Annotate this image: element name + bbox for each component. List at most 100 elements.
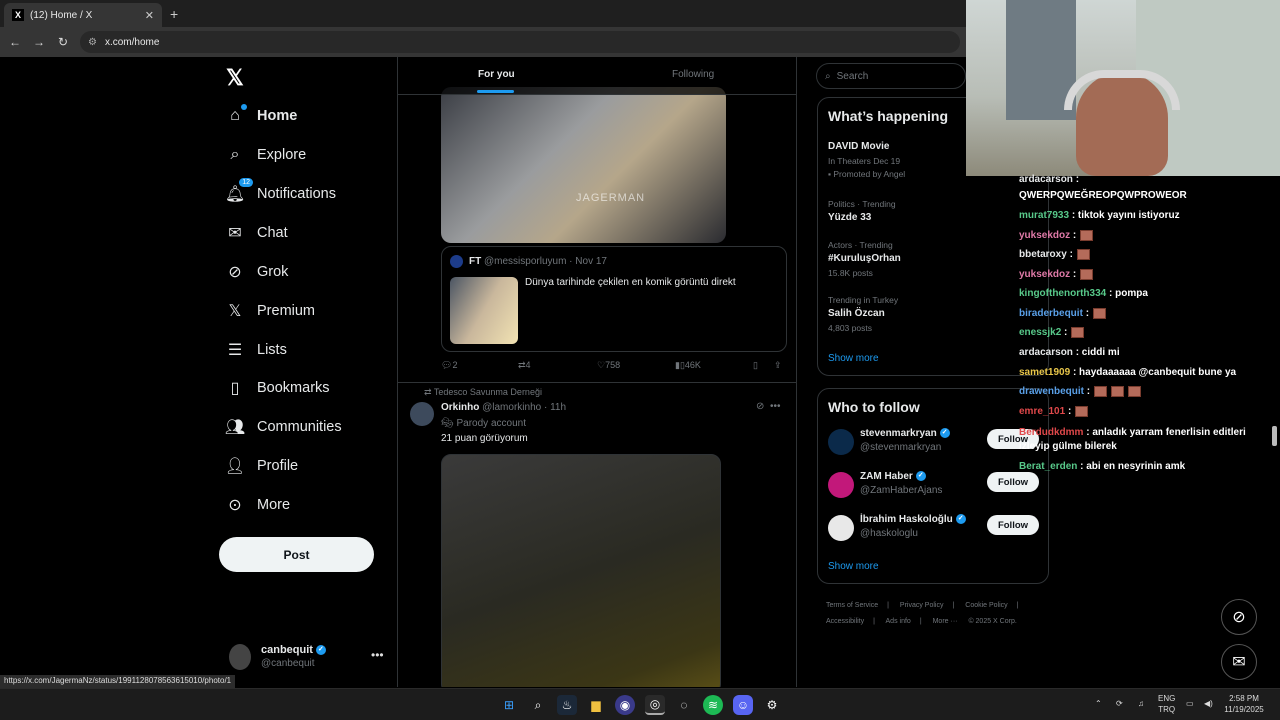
chat-username[interactable]: yuksekdoz: [1019, 230, 1073, 241]
author-name: Orkinho: [441, 402, 480, 413]
trend-item[interactable]: Politics · Trending Yüzde 33: [828, 198, 896, 225]
tweet-author[interactable]: Orkinho @lamorkinho · 11h: [441, 402, 566, 413]
follow-suggestion[interactable]: ZAM Haber ✓ @ZamHaberAjans Follow: [828, 468, 1043, 502]
tab-for-you[interactable]: For you: [478, 69, 515, 80]
avatar[interactable]: [410, 402, 434, 426]
chat-username[interactable]: emre_101: [1019, 406, 1068, 417]
chat-text: :: [1072, 230, 1077, 242]
nav-lists[interactable]: ☰ Lists: [225, 337, 287, 363]
trend-item[interactable]: Trending in Turkey Salih Özcan 4,803 pos…: [828, 294, 898, 335]
footer-link[interactable]: Accessibility: [826, 618, 864, 625]
more-options-icon[interactable]: •••: [770, 401, 781, 412]
chevron-up-icon[interactable]: ⌃: [1095, 698, 1102, 709]
chat-username[interactable]: biraderbequit: [1019, 308, 1086, 319]
show-more-link[interactable]: Show more: [828, 561, 879, 572]
footer-link[interactable]: Privacy Policy: [900, 602, 944, 609]
settings-icon[interactable]: ⚙: [762, 695, 782, 715]
back-icon[interactable]: ←: [3, 35, 27, 49]
chat-username[interactable]: ardacarson: [1019, 347, 1076, 358]
nav-grok[interactable]: ⊘ Grok: [225, 259, 288, 285]
chat-text: QWERPQWEĞREOPQWPROWEOR: [1019, 190, 1187, 201]
trend-meta: Politics · Trending: [828, 199, 896, 209]
parody-label: 🎭︎ Parody account: [441, 418, 526, 429]
nav-premium[interactable]: 𝕏 Premium: [225, 298, 315, 324]
footer-link[interactable]: Ads info: [886, 618, 911, 625]
tweet-media[interactable]: [441, 454, 721, 687]
views-button[interactable]: ▮▯ 46K: [675, 360, 701, 371]
trend-item[interactable]: Actors · Trending #KuruluşOrhan 15.8K po…: [828, 239, 901, 280]
follow-suggestion[interactable]: İbrahim Haskoloğlu ✓ @haskologlu Follow: [828, 511, 1043, 545]
chat-username[interactable]: samet1909: [1019, 367, 1073, 378]
volume-icon[interactable]: ◀): [1204, 698, 1213, 709]
display-icon[interactable]: ▭: [1186, 698, 1194, 709]
close-tab-icon[interactable]: ✕: [145, 9, 154, 22]
trend-title: Yüzde 33: [828, 212, 872, 223]
show-more-link[interactable]: Show more: [828, 353, 879, 364]
footer-link[interactable]: Terms of Service: [826, 602, 878, 609]
language-indicator[interactable]: ENG TRQ: [1158, 693, 1175, 715]
windows-start-icon[interactable]: ⊞: [499, 695, 519, 715]
footer-link[interactable]: More ···: [933, 618, 958, 625]
forward-icon[interactable]: →: [27, 35, 51, 49]
mail-icon[interactable]: ✉: [1221, 644, 1257, 680]
spotify-icon[interactable]: ≋: [703, 695, 723, 715]
browser-tab[interactable]: X (12) Home / X ✕: [4, 3, 162, 27]
chat-username[interactable]: ardacarson: [1019, 174, 1076, 185]
quoted-tweet[interactable]: FT @messisporluyum · Nov 17 Dünya tarihi…: [441, 246, 787, 352]
grok-icon[interactable]: ⊘: [756, 401, 764, 412]
nav-communities[interactable]: 👥︎ Communities: [225, 414, 342, 440]
share-icon[interactable]: ⇪: [774, 360, 782, 371]
microphone-icon[interactable]: ♫: [1138, 698, 1144, 709]
site-info-icon[interactable]: ⚙: [88, 37, 97, 48]
chat-username[interactable]: Berat_erden: [1019, 461, 1080, 472]
discord-icon[interactable]: ☺: [733, 695, 753, 715]
nav-bookmarks[interactable]: ▯ Bookmarks: [225, 375, 330, 401]
clock[interactable]: 2:58 PM 11/19/2025: [1224, 693, 1264, 715]
network-icon[interactable]: ⟳: [1116, 698, 1123, 709]
footer-link[interactable]: Cookie Policy: [965, 602, 1007, 609]
obs-icon[interactable]: ◌: [674, 695, 694, 715]
folder-icon[interactable]: ▆: [586, 695, 606, 715]
like-button[interactable]: ♡ 758: [597, 360, 620, 371]
chat-text: : tiktok yayını istiyoruz: [1071, 210, 1180, 221]
post-button[interactable]: Post: [219, 537, 374, 572]
bookmark-icon[interactable]: ▯: [753, 360, 758, 371]
chat-username[interactable]: kingofthenorth334: [1019, 288, 1109, 299]
chat-username[interactable]: bbetaroxy: [1019, 249, 1070, 260]
chat-username[interactable]: enessjk2: [1019, 327, 1064, 338]
nav-more[interactable]: ⊙ More: [225, 492, 290, 518]
url-field[interactable]: ⚙ x.com/home: [80, 31, 960, 53]
account-switcher[interactable]: canbequit ✓ @canbequit •••: [229, 640, 399, 676]
tab-following[interactable]: Following: [672, 69, 714, 80]
follow-button[interactable]: Follow: [987, 515, 1039, 535]
chat-username[interactable]: drawenbequit: [1019, 386, 1087, 397]
x-logo-icon[interactable]: 𝕏: [226, 65, 244, 91]
nav-explore[interactable]: ⌕ Explore: [225, 142, 307, 168]
chat-username[interactable]: Berdudkdmm: [1019, 427, 1086, 438]
nav-chat[interactable]: ✉ Chat: [225, 220, 287, 246]
nav-profile[interactable]: 👤︎ Profile: [225, 453, 298, 479]
scrollbar[interactable]: [1272, 426, 1277, 446]
app-icon[interactable]: ◉: [615, 695, 635, 715]
reposted-by[interactable]: ⇄ Tedesco Savunma Derneği: [424, 387, 542, 398]
more-options-icon[interactable]: •••: [371, 648, 384, 662]
reply-button[interactable]: 💬︎ 2: [441, 360, 457, 371]
chat-username[interactable]: murat7933: [1019, 210, 1072, 221]
search-input[interactable]: ⌕ Search: [816, 63, 966, 89]
nav-notifications[interactable]: 🔔︎ 12 Notifications: [225, 178, 336, 207]
follow-suggestion[interactable]: stevenmarkryan ✓ @stevenmarkryan Follow: [828, 425, 1043, 459]
grok-icon[interactable]: ⊘: [1221, 599, 1257, 635]
footer-sep: |: [1016, 602, 1019, 609]
repost-button[interactable]: ⇄ 4: [518, 360, 531, 371]
search-icon[interactable]: ⌕: [528, 695, 548, 715]
nav-home[interactable]: ⌂ Home: [225, 103, 297, 129]
repost-count: 4: [525, 360, 531, 370]
steam-icon[interactable]: ♨: [557, 695, 577, 715]
trend-item[interactable]: DAVID Movie In Theaters Dec 19 ▪ Promote…: [828, 140, 905, 181]
reload-icon[interactable]: ↻: [51, 35, 75, 49]
tweet-media[interactable]: JAGERMAN: [441, 87, 726, 243]
new-tab-icon[interactable]: +: [170, 6, 178, 22]
chrome-icon[interactable]: ◎: [645, 695, 665, 715]
trend-sub: In Theaters Dec 19: [828, 156, 901, 166]
chat-username[interactable]: yuksekdoz: [1019, 269, 1073, 280]
